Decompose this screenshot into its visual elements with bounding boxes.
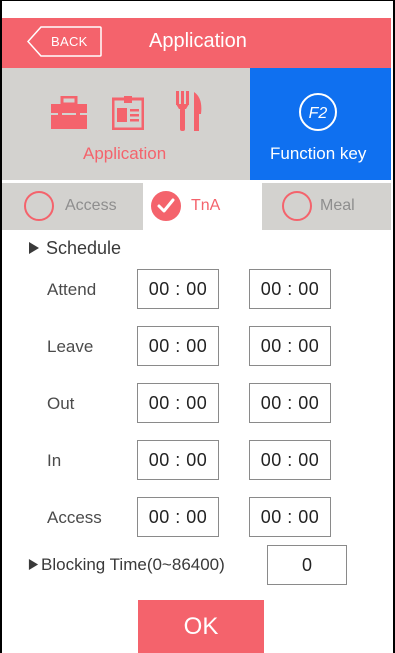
out-start-input[interactable]: 00 : 00	[137, 383, 219, 423]
id-card-icon	[112, 96, 144, 130]
briefcase-icon	[51, 96, 87, 129]
fork-knife-icon	[176, 91, 202, 131]
radio-tna[interactable]	[151, 191, 181, 221]
radio-access[interactable]	[24, 191, 54, 221]
page-title: Application	[149, 30, 247, 52]
row-label-attend: Attend	[47, 280, 97, 299]
tab-access-label: Access	[65, 197, 117, 214]
in-start-input[interactable]: 00 : 00	[137, 440, 219, 480]
menu-tiles: Application F2 Function key	[2, 68, 391, 180]
row-label-out: Out	[47, 394, 75, 413]
header-bar: BACK Application	[2, 18, 391, 68]
tile-application[interactable]: Application	[2, 68, 250, 180]
tab-tna[interactable]: TnA	[143, 183, 262, 230]
tile-function-key-label: Function key	[270, 144, 367, 163]
tab-meal-label: Meal	[320, 197, 355, 214]
in-end-input[interactable]: 00 : 00	[249, 440, 331, 480]
leave-start-input[interactable]: 00 : 00	[137, 326, 219, 366]
radio-meal[interactable]	[282, 191, 312, 221]
tab-meal[interactable]: Meal	[262, 183, 391, 230]
leave-end-input[interactable]: 00 : 00	[249, 326, 331, 366]
blocking-time-heading: Blocking Time(0~86400)	[28, 555, 225, 575]
out-end-input[interactable]: 00 : 00	[249, 383, 331, 423]
back-button-label: BACK	[51, 34, 88, 49]
row-label-leave: Leave	[47, 337, 94, 356]
blocking-time-label: Blocking Time(0~86400)	[41, 555, 225, 574]
f2-circle-icon: F2	[299, 93, 337, 131]
attend-start-input[interactable]: 00 : 00	[137, 269, 219, 309]
tile-function-key[interactable]: F2 Function key	[250, 68, 391, 180]
schedule-title: Schedule	[46, 238, 122, 258]
row-label-access: Access	[47, 508, 102, 527]
ok-button[interactable]: OK	[138, 600, 264, 653]
tab-access[interactable]: Access	[2, 183, 143, 230]
blocking-time-input[interactable]: 0	[267, 545, 347, 585]
access-end-input[interactable]: 00 : 00	[249, 497, 331, 537]
play-triangle-icon	[28, 558, 39, 570]
play-triangle-icon	[29, 241, 39, 254]
tile-application-label: Application	[83, 144, 167, 163]
schedule-heading: Schedule	[28, 238, 121, 259]
mode-tabs: Access TnA Meal	[2, 183, 391, 230]
checkmark-icon	[157, 198, 175, 213]
f2-badge-text: F2	[309, 105, 328, 122]
back-button[interactable]: BACK	[27, 26, 102, 57]
row-label-in: In	[47, 451, 62, 470]
tab-tna-label: TnA	[191, 197, 221, 214]
attend-end-input[interactable]: 00 : 00	[249, 269, 331, 309]
access-start-input[interactable]: 00 : 00	[137, 497, 219, 537]
